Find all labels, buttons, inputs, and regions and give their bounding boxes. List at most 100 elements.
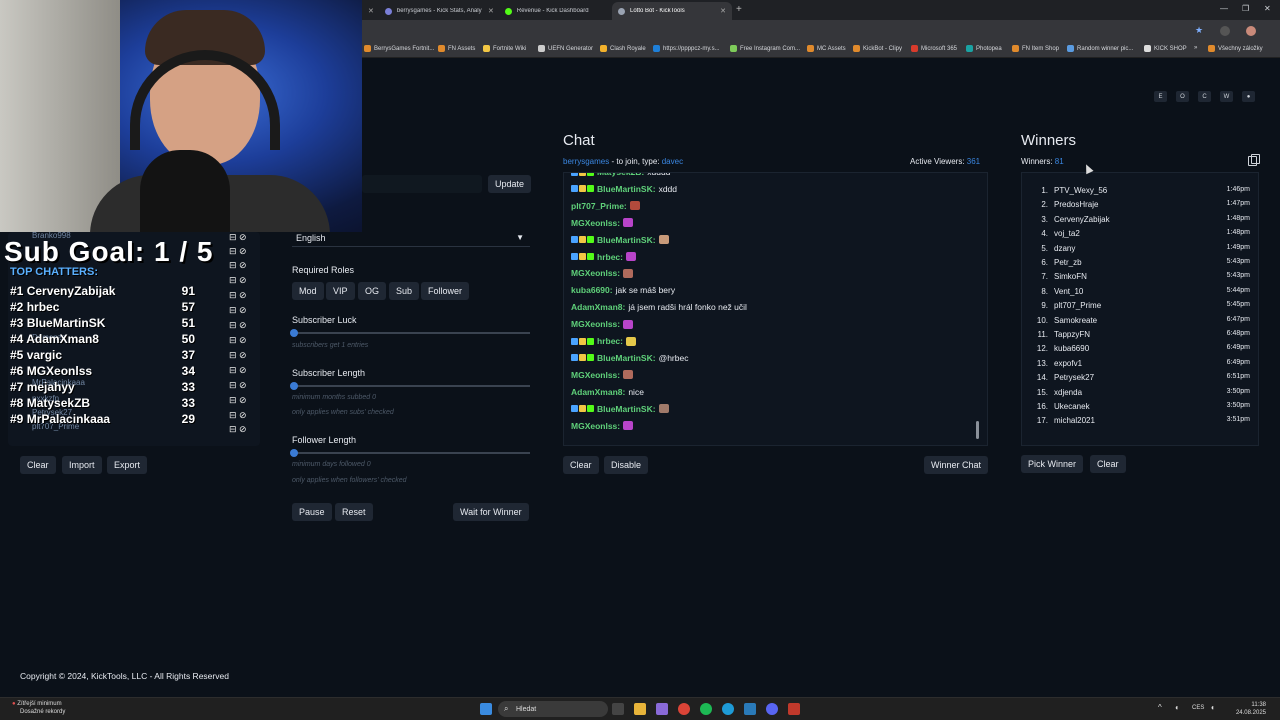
entries-clear-button[interactable]: Clear (20, 456, 56, 474)
bookmark-item[interactable]: UEFN Generator (538, 45, 593, 52)
entry-actions[interactable]: ⊟ ⊘ (229, 380, 247, 391)
chat-log[interactable]: Matysek2B: xdddd BlueMartinSK: xddd plt707_P… (563, 172, 988, 446)
winners-clear-button[interactable]: Clear (1090, 455, 1126, 473)
chat-username[interactable]: Matysek2B: (597, 173, 644, 177)
taskbar-search[interactable]: ⌕ Hledat (498, 701, 608, 717)
entry-actions[interactable]: ⊟ ⊘ (229, 424, 247, 435)
spotify-icon[interactable] (700, 703, 712, 715)
subscriber-luck-slider[interactable] (290, 329, 530, 337)
volume-icon[interactable]: ◖ (1210, 703, 1215, 712)
tab-kick-stats[interactable]: ✕ berrysgames - Kick Stats, Analy (362, 2, 482, 20)
chat-username[interactable]: MGXeonlss: (571, 218, 620, 228)
theme-pill-o[interactable]: O (1176, 91, 1189, 102)
weather-widget[interactable]: ● Zítřejší minimum Dosažné rekordy (12, 700, 65, 716)
role-og-button[interactable]: OG (358, 282, 387, 300)
close-icon[interactable]: ✕ (368, 7, 374, 15)
close-icon[interactable]: ✕ (720, 7, 726, 15)
chat-username[interactable]: AdamXman8: (571, 387, 625, 397)
network-icon[interactable]: ◐ (1175, 703, 1180, 712)
chat-username[interactable]: MGXeonlss: (571, 319, 620, 329)
winner-chat-button[interactable]: Winner Chat (924, 456, 989, 474)
role-mod-button[interactable]: Mod (292, 282, 324, 300)
wait-for-winner-button[interactable]: Wait for Winner (453, 503, 529, 521)
chat-username[interactable]: BlueMartinSK: (597, 235, 656, 245)
export-button[interactable]: Export (107, 456, 148, 474)
entry-actions[interactable]: ⊟ ⊘ (229, 395, 247, 406)
bookmark-item[interactable]: Random winner pic... (1067, 45, 1133, 52)
theme-pill-e[interactable]: E (1154, 91, 1167, 102)
pick-winner-button[interactable]: Pick Winner (1021, 455, 1084, 473)
avatar[interactable] (1246, 26, 1256, 36)
clock[interactable]: 11:38 24.08.2025 (1236, 701, 1266, 717)
role-vip-button[interactable]: VIP (326, 282, 355, 300)
star-icon[interactable]: ★ (1195, 25, 1205, 35)
chevron-right-icon[interactable]: » (1194, 45, 1197, 51)
window-close-icon[interactable]: ✕ (1264, 4, 1271, 13)
chat-clear-button[interactable]: Clear (563, 456, 599, 474)
chat-username[interactable]: hrbec: (597, 336, 623, 346)
chat-username[interactable]: kuba6690: (571, 285, 613, 295)
entry-actions[interactable]: ⊟ ⊘ (229, 275, 247, 286)
subscriber-length-slider[interactable] (290, 382, 530, 390)
chat-username[interactable]: MGXeonlss: (571, 370, 620, 380)
role-sub-button[interactable]: Sub (389, 282, 420, 300)
chat-username[interactable]: BlueMartinSK: (597, 184, 656, 194)
chat-username[interactable]: BlueMartinSK: (597, 404, 656, 414)
bookmark-item[interactable]: Microsoft 365 (911, 45, 957, 52)
theme-toggle-icon[interactable]: ● (1242, 91, 1255, 102)
tab-lotto-bot[interactable]: Lotto Bot - KickTools ✕ (612, 2, 732, 20)
slider-handle[interactable] (290, 329, 298, 337)
chat-username[interactable]: BlueMartinSK: (597, 353, 656, 363)
entry-actions[interactable]: ⊟ ⊘ (229, 260, 247, 271)
chevron-up-icon[interactable]: ^ (1158, 703, 1162, 712)
chat-disable-button[interactable]: Disable (604, 456, 649, 474)
winners-list[interactable]: 1. PTV_Wexy_56 1:46pm 2. PredosHraje 1:47pm 3.… (1021, 172, 1259, 446)
minimize-icon[interactable]: — (1220, 4, 1228, 13)
new-tab-icon[interactable]: + (736, 4, 742, 15)
edge-icon[interactable] (722, 703, 734, 715)
copy-icon[interactable] (1248, 154, 1260, 166)
extensions-icon[interactable] (1220, 26, 1230, 36)
entry-actions[interactable]: ⊟ ⊘ (229, 290, 247, 301)
language-indicator[interactable]: CES (1192, 705, 1204, 711)
entry-actions[interactable]: ⊟ ⊘ (229, 335, 247, 346)
store-icon[interactable] (744, 703, 756, 715)
tab-revenue[interactable]: ✕ Revenue - Kick Dashboard (482, 2, 608, 20)
bookmark-item[interactable]: MC Assets (807, 45, 846, 52)
theme-pill-w[interactable]: W (1220, 91, 1233, 102)
keyword-input[interactable] (362, 175, 482, 193)
slider-handle[interactable] (290, 449, 298, 457)
bookmark-item[interactable]: https://ppppcz-my.s... (653, 45, 720, 52)
chat-username[interactable]: hrbec: (597, 252, 623, 262)
pause-button[interactable]: Pause (292, 503, 332, 521)
windows-start-icon[interactable] (480, 703, 492, 715)
file-explorer-icon[interactable] (634, 703, 646, 715)
entry-actions[interactable]: ⊟ ⊘ (229, 320, 247, 331)
entry-actions[interactable]: ⊟ ⊘ (229, 410, 247, 421)
bookmark-item[interactable]: Fortnite Wiki (483, 45, 526, 52)
bookmark-item[interactable]: FN Assets (438, 45, 475, 52)
close-icon[interactable]: ✕ (488, 7, 494, 15)
reset-button[interactable]: Reset (335, 503, 373, 521)
import-button[interactable]: Import (62, 456, 102, 474)
chat-scrollbar[interactable] (976, 421, 979, 439)
task-view-icon[interactable] (612, 703, 624, 715)
bookmark-item[interactable]: KickBot - Clipy (853, 45, 902, 52)
maximize-icon[interactable]: ❐ (1242, 4, 1249, 13)
bookmark-item[interactable]: KICK SHOP (1144, 45, 1187, 52)
chat-username[interactable]: plt707_Prime: (571, 201, 627, 211)
role-follower-button[interactable]: Follower (421, 282, 470, 300)
channel-name[interactable]: berrysgames (563, 157, 609, 166)
app-icon[interactable] (788, 703, 800, 715)
entry-actions[interactable]: ⊟ ⊘ (229, 305, 247, 316)
entry-actions[interactable]: ⊟ ⊘ (229, 246, 247, 257)
bookmark-item[interactable]: Free Instagram Com... (730, 45, 800, 52)
update-button[interactable]: Update (488, 175, 532, 193)
chat-username[interactable]: MGXeonlss: (571, 421, 620, 431)
bookmark-item[interactable]: Photopea (966, 45, 1002, 52)
discord-icon[interactable] (766, 703, 778, 715)
chat-username[interactable]: MGXeonlss: (571, 268, 620, 278)
follower-length-slider[interactable] (290, 449, 530, 457)
app-icon[interactable] (656, 703, 668, 715)
bookmark-item[interactable]: FN Item Shop (1012, 45, 1059, 52)
